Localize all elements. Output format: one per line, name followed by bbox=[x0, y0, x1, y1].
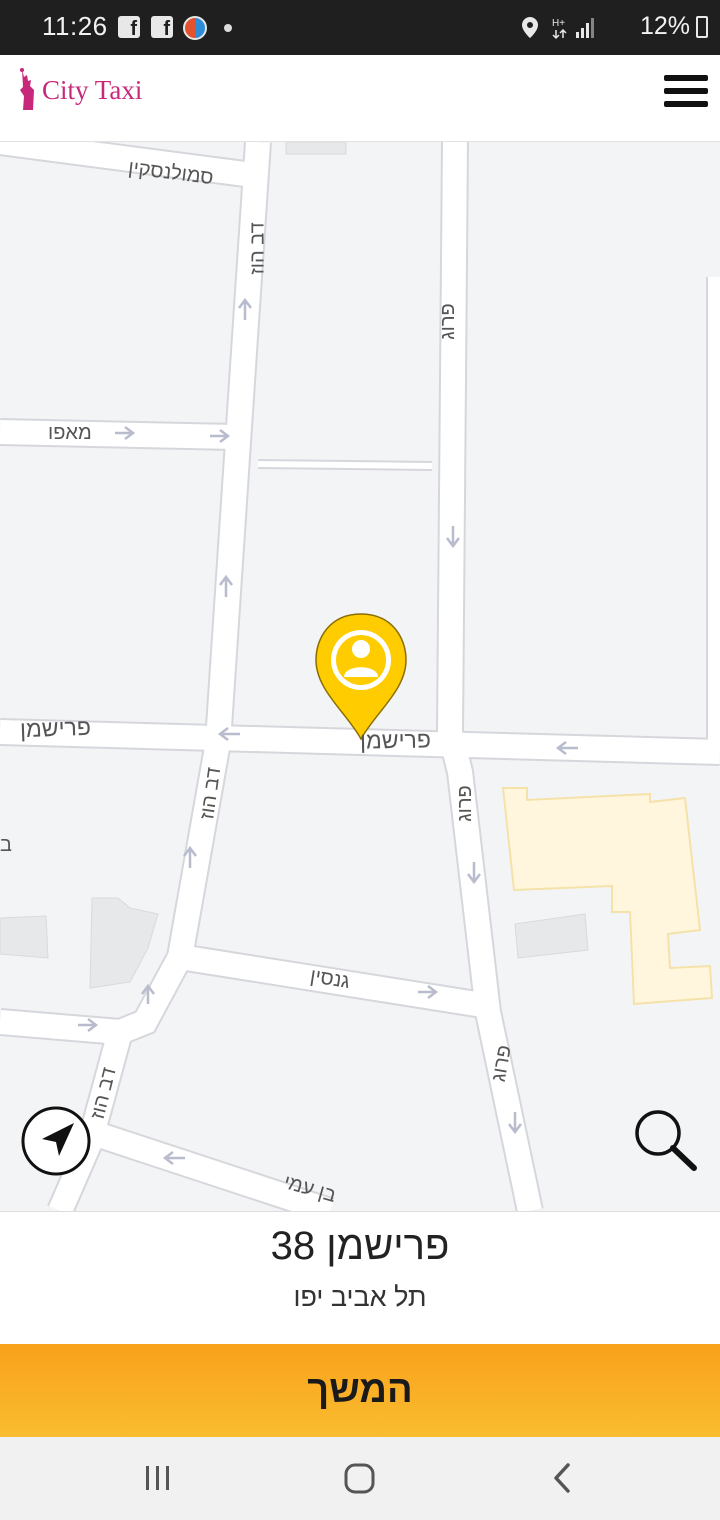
hamburger-menu-icon[interactable] bbox=[664, 75, 708, 115]
address-city: תל אביב יפו bbox=[293, 1282, 427, 1312]
navigation-arrow-icon[interactable] bbox=[20, 1105, 92, 1177]
address-street: פרישמן 38 bbox=[270, 1224, 450, 1268]
selected-address-panel: פרישמן 38 תל אביב יפו bbox=[0, 1211, 720, 1344]
street-label: ב bbox=[0, 834, 12, 856]
status-bar: 11:26 f f H+ 12% bbox=[0, 0, 720, 55]
city-taxi-logo: City Taxi bbox=[16, 67, 142, 113]
back-icon[interactable] bbox=[502, 1437, 622, 1520]
street-label: פרישמן bbox=[19, 713, 92, 743]
recent-apps-icon[interactable] bbox=[98, 1437, 218, 1520]
street-label: דב הוז bbox=[246, 222, 269, 275]
map-canvas[interactable] bbox=[0, 142, 720, 1211]
statue-of-liberty-icon bbox=[20, 68, 34, 110]
search-icon[interactable] bbox=[630, 1105, 700, 1175]
battery-charging-icon bbox=[696, 16, 708, 38]
svg-text:H+: H+ bbox=[552, 18, 565, 29]
notification-dot bbox=[224, 24, 232, 32]
home-icon[interactable] bbox=[300, 1437, 420, 1520]
street-label: מאפו bbox=[48, 422, 92, 444]
continue-label: המשך bbox=[307, 1369, 413, 1411]
street-label: פרוג bbox=[436, 303, 459, 340]
facebook-icon: f bbox=[151, 16, 173, 40]
app-icon bbox=[183, 16, 207, 40]
map-view[interactable]: סמולנסקין מאפו דב הוז דב הוז דב הוז פרוג… bbox=[0, 142, 720, 1211]
street-label: פרישמן bbox=[359, 726, 432, 754]
system-navigation-bar bbox=[0, 1437, 720, 1520]
facebook-icon: f bbox=[118, 16, 140, 40]
user-location-pin-icon bbox=[315, 613, 407, 741]
app-header: City Taxi bbox=[0, 55, 720, 142]
continue-button[interactable]: המשך bbox=[0, 1344, 720, 1437]
battery-percent: 12% bbox=[639, 12, 690, 40]
status-time: 11:26 bbox=[42, 11, 108, 41]
location-icon bbox=[522, 17, 538, 38]
data-arrows-icon: H+ bbox=[552, 18, 567, 40]
street-label: פרוג bbox=[453, 785, 476, 822]
logo-text: City Taxi bbox=[42, 74, 143, 105]
signal-icon bbox=[576, 18, 594, 38]
